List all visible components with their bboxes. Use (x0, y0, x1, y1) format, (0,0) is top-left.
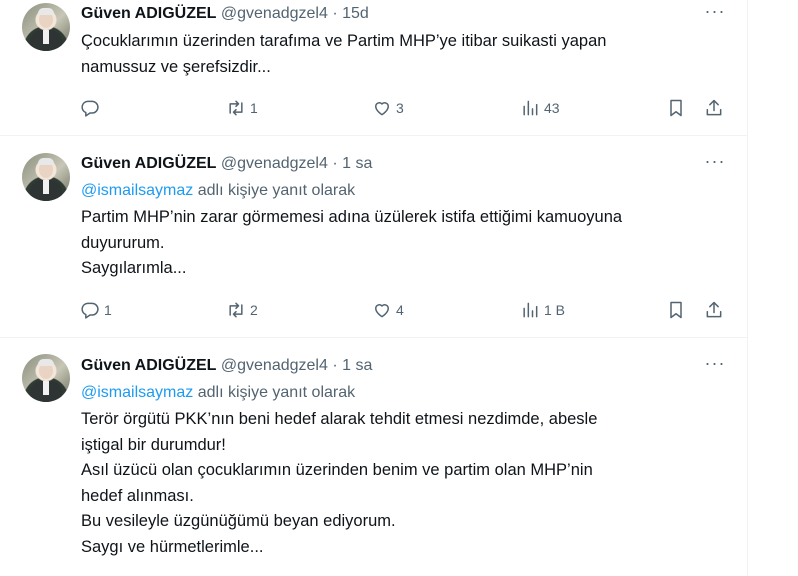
reply-button[interactable] (80, 96, 104, 120)
bookmark-button[interactable] (666, 96, 686, 120)
like-count: 4 (396, 302, 404, 318)
views-button[interactable]: 1 B (520, 298, 565, 322)
reply-button[interactable]: 1 (80, 298, 112, 322)
avatar[interactable] (22, 3, 70, 51)
tweet-text-line: Terör örgütü PKK’nın beni hedef alarak t… (81, 410, 598, 428)
share-button[interactable] (704, 96, 724, 120)
tweet-text-line: Saygı ve hürmetlerimle... (81, 537, 264, 556)
tweet-text-line: Saygılarımla... (81, 259, 187, 277)
reply-icon (81, 100, 99, 117)
retweet-icon (229, 302, 243, 318)
separator-dot: · (332, 5, 338, 22)
reply-context: @ismailsaymaz adlı kişiye yanıt olarak (81, 382, 355, 404)
more-icon[interactable]: ··· (703, 354, 727, 376)
reply-mention-link[interactable]: @ismailsaymaz (81, 384, 193, 401)
retweet-icon (229, 100, 243, 116)
tweet-header: Güven ADIGÜZEL @gvenadgzel4 · 15d (81, 3, 369, 25)
separator-dot: · (332, 357, 338, 374)
like-button[interactable]: 3 (372, 96, 404, 120)
views-icon (523, 100, 538, 116)
tweet-text: Terör örgütü PKK’nın beni hedef alarak t… (81, 407, 731, 560)
share-icon (706, 99, 722, 116)
author-handle[interactable]: @gvenadgzel4 (221, 357, 328, 374)
tweet-text-line: namussuz ve şerefsizdir... (81, 57, 271, 76)
tweet-text: Partim MHP’nin zarar görmemesi adına üzü… (81, 205, 731, 282)
tweet-text: Çocuklarımın üzerinden tarafıma ve Parti… (81, 29, 731, 80)
bookmark-icon (670, 301, 682, 319)
retweet-count: 1 (250, 100, 258, 116)
separator-dot: · (332, 155, 338, 172)
share-icon (706, 301, 722, 318)
views-count: 1 B (544, 302, 566, 318)
like-icon (375, 304, 389, 318)
tweet-actions: 1 3 43 (80, 96, 730, 120)
tweet-text-line: Çocuklarımın üzerinden tarafıma ve Parti… (81, 32, 607, 50)
tweet-actions: 1 2 4 1 B (80, 298, 730, 322)
reply-count: 1 (104, 302, 112, 318)
timestamp[interactable]: 1 sa (342, 357, 372, 374)
more-icon[interactable]: ··· (703, 152, 727, 174)
reply-context: @ismailsaymaz adlı kişiye yanıt olarak (81, 180, 355, 202)
views-count: 43 (544, 100, 560, 116)
retweet-button[interactable]: 1 (226, 96, 258, 120)
more-icon[interactable]: ··· (703, 2, 727, 24)
tweet-text-line: duyururum. (81, 233, 165, 252)
retweet-count: 2 (250, 302, 258, 318)
reply-context-text: adlı kişiye yanıt olarak (193, 182, 356, 199)
reply-context-text: adlı kişiye yanıt olarak (193, 384, 356, 401)
author-name[interactable]: Güven ADIGÜZEL (81, 5, 216, 22)
share-button[interactable] (704, 298, 724, 322)
views-icon (523, 302, 538, 318)
avatar[interactable] (22, 153, 70, 201)
tweet[interactable]: Güven ADIGÜZEL @gvenadgzel4 · 15d ··· Ço… (0, 0, 748, 135)
tweet-header: Güven ADIGÜZEL @gvenadgzel4 · 1 sa (81, 355, 372, 377)
author-handle[interactable]: @gvenadgzel4 (221, 5, 328, 22)
tweet-header: Güven ADIGÜZEL @gvenadgzel4 · 1 sa (81, 153, 372, 175)
timestamp[interactable]: 15d (342, 5, 369, 22)
tweet-text-line: Partim MHP’nin zarar görmemesi adına üzü… (81, 208, 623, 226)
reply-mention-link[interactable]: @ismailsaymaz (81, 182, 193, 199)
reply-icon (81, 302, 99, 319)
retweet-button[interactable]: 2 (226, 298, 258, 322)
tweet-text-line: iştigal bir durumdur! (81, 435, 226, 454)
tweet-text-line: hedef alınması. (81, 486, 194, 505)
tweet-text-line: Bu vesileyle üzgünüğümü beyan ediyorum. (81, 512, 396, 530)
page-gutter (748, 0, 798, 576)
author-handle[interactable]: @gvenadgzel4 (221, 155, 328, 172)
bookmark-icon (670, 99, 682, 117)
like-icon (375, 102, 389, 116)
like-count: 3 (396, 100, 404, 116)
tweet[interactable]: Güven ADIGÜZEL @gvenadgzel4 · 1 sa ··· @… (0, 337, 748, 576)
bookmark-button[interactable] (666, 298, 686, 322)
like-button[interactable]: 4 (372, 298, 404, 322)
timestamp[interactable]: 1 sa (342, 155, 372, 172)
tweet-text-line: Asıl üzücü olan çocuklarımın üzerinden b… (81, 461, 593, 479)
tweet[interactable]: Güven ADIGÜZEL @gvenadgzel4 · 1 sa ··· @… (0, 135, 748, 337)
avatar[interactable] (22, 354, 70, 402)
author-name[interactable]: Güven ADIGÜZEL (81, 155, 216, 172)
author-name[interactable]: Güven ADIGÜZEL (81, 357, 216, 374)
timeline: Güven ADIGÜZEL @gvenadgzel4 · 15d ··· Ço… (0, 0, 748, 576)
views-button[interactable]: 43 (520, 96, 560, 120)
